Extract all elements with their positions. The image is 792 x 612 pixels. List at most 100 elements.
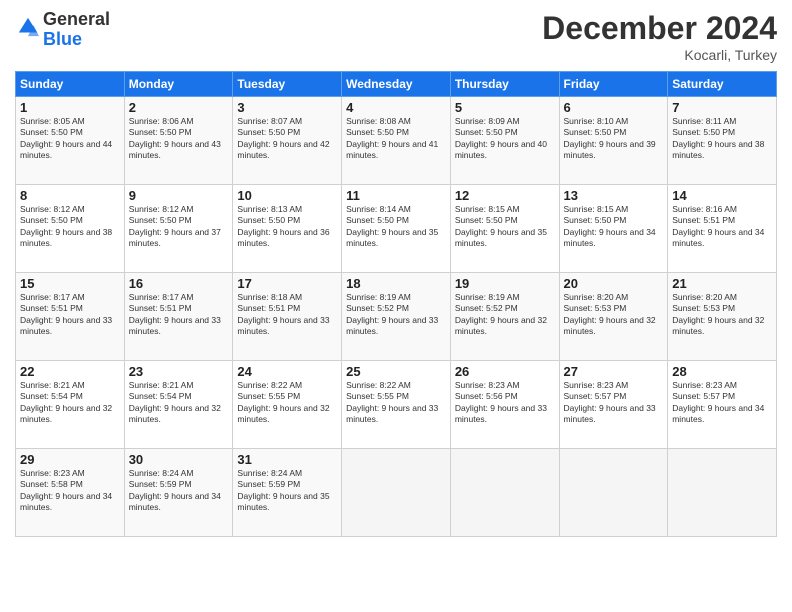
calendar-body: 1Sunrise: 8:05 AMSunset: 5:50 PMDaylight… [16, 97, 777, 537]
calendar-cell: 13Sunrise: 8:15 AMSunset: 5:50 PMDayligh… [559, 185, 668, 273]
day-info: Sunrise: 8:09 AMSunset: 5:50 PMDaylight:… [455, 116, 555, 162]
day-info: Sunrise: 8:08 AMSunset: 5:50 PMDaylight:… [346, 116, 446, 162]
col-friday: Friday [559, 72, 668, 97]
calendar-cell [668, 449, 777, 537]
calendar-cell: 9Sunrise: 8:12 AMSunset: 5:50 PMDaylight… [124, 185, 233, 273]
calendar-cell: 4Sunrise: 8:08 AMSunset: 5:50 PMDaylight… [342, 97, 451, 185]
day-info: Sunrise: 8:12 AMSunset: 5:50 PMDaylight:… [20, 204, 120, 250]
calendar-week-row: 1Sunrise: 8:05 AMSunset: 5:50 PMDaylight… [16, 97, 777, 185]
calendar-cell: 26Sunrise: 8:23 AMSunset: 5:56 PMDayligh… [450, 361, 559, 449]
calendar-cell: 23Sunrise: 8:21 AMSunset: 5:54 PMDayligh… [124, 361, 233, 449]
logo-general: General [43, 9, 110, 29]
day-number: 9 [129, 188, 229, 203]
calendar-cell: 5Sunrise: 8:09 AMSunset: 5:50 PMDaylight… [450, 97, 559, 185]
day-number: 5 [455, 100, 555, 115]
day-info: Sunrise: 8:12 AMSunset: 5:50 PMDaylight:… [129, 204, 229, 250]
day-number: 24 [237, 364, 337, 379]
calendar-cell [342, 449, 451, 537]
day-info: Sunrise: 8:15 AMSunset: 5:50 PMDaylight:… [564, 204, 664, 250]
calendar-cell: 19Sunrise: 8:19 AMSunset: 5:52 PMDayligh… [450, 273, 559, 361]
calendar-cell: 30Sunrise: 8:24 AMSunset: 5:59 PMDayligh… [124, 449, 233, 537]
calendar-cell [450, 449, 559, 537]
day-info: Sunrise: 8:14 AMSunset: 5:50 PMDaylight:… [346, 204, 446, 250]
day-info: Sunrise: 8:13 AMSunset: 5:50 PMDaylight:… [237, 204, 337, 250]
day-info: Sunrise: 8:19 AMSunset: 5:52 PMDaylight:… [455, 292, 555, 338]
col-sunday: Sunday [16, 72, 125, 97]
day-number: 19 [455, 276, 555, 291]
day-number: 3 [237, 100, 337, 115]
calendar-cell: 2Sunrise: 8:06 AMSunset: 5:50 PMDaylight… [124, 97, 233, 185]
day-info: Sunrise: 8:24 AMSunset: 5:59 PMDaylight:… [237, 468, 337, 514]
day-info: Sunrise: 8:11 AMSunset: 5:50 PMDaylight:… [672, 116, 772, 162]
col-saturday: Saturday [668, 72, 777, 97]
calendar-cell: 21Sunrise: 8:20 AMSunset: 5:53 PMDayligh… [668, 273, 777, 361]
day-info: Sunrise: 8:24 AMSunset: 5:59 PMDaylight:… [129, 468, 229, 514]
calendar-cell: 3Sunrise: 8:07 AMSunset: 5:50 PMDaylight… [233, 97, 342, 185]
location: Kocarli, Turkey [542, 47, 777, 63]
day-info: Sunrise: 8:21 AMSunset: 5:54 PMDaylight:… [20, 380, 120, 426]
day-number: 25 [346, 364, 446, 379]
calendar-cell: 11Sunrise: 8:14 AMSunset: 5:50 PMDayligh… [342, 185, 451, 273]
calendar-cell: 24Sunrise: 8:22 AMSunset: 5:55 PMDayligh… [233, 361, 342, 449]
calendar-cell: 15Sunrise: 8:17 AMSunset: 5:51 PMDayligh… [16, 273, 125, 361]
logo-icon [17, 16, 39, 38]
day-info: Sunrise: 8:16 AMSunset: 5:51 PMDaylight:… [672, 204, 772, 250]
day-number: 21 [672, 276, 772, 291]
day-number: 12 [455, 188, 555, 203]
calendar-cell: 27Sunrise: 8:23 AMSunset: 5:57 PMDayligh… [559, 361, 668, 449]
day-info: Sunrise: 8:19 AMSunset: 5:52 PMDaylight:… [346, 292, 446, 338]
day-number: 2 [129, 100, 229, 115]
day-number: 7 [672, 100, 772, 115]
calendar-cell: 12Sunrise: 8:15 AMSunset: 5:50 PMDayligh… [450, 185, 559, 273]
day-number: 14 [672, 188, 772, 203]
calendar-table: Sunday Monday Tuesday Wednesday Thursday… [15, 71, 777, 537]
day-info: Sunrise: 8:07 AMSunset: 5:50 PMDaylight:… [237, 116, 337, 162]
col-wednesday: Wednesday [342, 72, 451, 97]
day-number: 11 [346, 188, 446, 203]
day-info: Sunrise: 8:23 AMSunset: 5:57 PMDaylight:… [564, 380, 664, 426]
col-monday: Monday [124, 72, 233, 97]
calendar-cell: 28Sunrise: 8:23 AMSunset: 5:57 PMDayligh… [668, 361, 777, 449]
page: General Blue December 2024 Kocarli, Turk… [0, 0, 792, 612]
calendar-cell: 18Sunrise: 8:19 AMSunset: 5:52 PMDayligh… [342, 273, 451, 361]
day-number: 8 [20, 188, 120, 203]
title-area: December 2024 Kocarli, Turkey [542, 10, 777, 63]
day-number: 18 [346, 276, 446, 291]
day-info: Sunrise: 8:22 AMSunset: 5:55 PMDaylight:… [237, 380, 337, 426]
day-info: Sunrise: 8:05 AMSunset: 5:50 PMDaylight:… [20, 116, 120, 162]
calendar-cell: 25Sunrise: 8:22 AMSunset: 5:55 PMDayligh… [342, 361, 451, 449]
calendar-week-row: 15 Sunrise: 8:17 AMSunset: 5:51 PMDayligh… [16, 273, 777, 361]
day-number: 23 [129, 364, 229, 379]
calendar-cell: 10Sunrise: 8:13 AMSunset: 5:50 PMDayligh… [233, 185, 342, 273]
day-info: Sunrise: 8:23 AMSunset: 5:58 PMDaylight:… [20, 468, 120, 514]
logo-blue: Blue [43, 29, 82, 49]
day-info: Sunrise: 8:18 AMSunset: 5:51 PMDaylight:… [237, 292, 337, 338]
day-info: Sunrise: 8:06 AMSunset: 5:50 PMDaylight:… [129, 116, 229, 162]
day-info: Sunrise: 8:23 AMSunset: 5:57 PMDaylight:… [672, 380, 772, 426]
day-info: Sunrise: 8:15 AMSunset: 5:50 PMDaylight:… [455, 204, 555, 250]
day-number: 4 [346, 100, 446, 115]
logo-text: General Blue [43, 10, 110, 50]
calendar-cell: 6Sunrise: 8:10 AMSunset: 5:50 PMDaylight… [559, 97, 668, 185]
calendar-cell [559, 449, 668, 537]
day-number: 28 [672, 364, 772, 379]
day-number: 17 [237, 276, 337, 291]
day-info: Sunrise: 8:23 AMSunset: 5:56 PMDaylight:… [455, 380, 555, 426]
weekday-row: Sunday Monday Tuesday Wednesday Thursday… [16, 72, 777, 97]
day-number: 20 [564, 276, 664, 291]
day-number: 15 [20, 276, 120, 291]
day-number: 29 [20, 452, 120, 467]
day-info: Sunrise: 8:20 AMSunset: 5:53 PMDaylight:… [672, 292, 772, 338]
day-number: 30 [129, 452, 229, 467]
calendar-cell: 7Sunrise: 8:11 AMSunset: 5:50 PMDaylight… [668, 97, 777, 185]
day-info: Sunrise: 8:20 AMSunset: 5:53 PMDaylight:… [564, 292, 664, 338]
calendar-header: Sunday Monday Tuesday Wednesday Thursday… [16, 72, 777, 97]
calendar-cell: 22Sunrise: 8:21 AMSunset: 5:54 PMDayligh… [16, 361, 125, 449]
calendar-cell: 14Sunrise: 8:16 AMSunset: 5:51 PMDayligh… [668, 185, 777, 273]
day-info: Sunrise: 8:17 AMSunset: 5:51 PMDaylight:… [129, 292, 229, 338]
calendar-cell: 20Sunrise: 8:20 AMSunset: 5:53 PMDayligh… [559, 273, 668, 361]
header: General Blue December 2024 Kocarli, Turk… [15, 10, 777, 63]
day-number: 6 [564, 100, 664, 115]
calendar-cell: 29Sunrise: 8:23 AMSunset: 5:58 PMDayligh… [16, 449, 125, 537]
month-title: December 2024 [542, 10, 777, 47]
